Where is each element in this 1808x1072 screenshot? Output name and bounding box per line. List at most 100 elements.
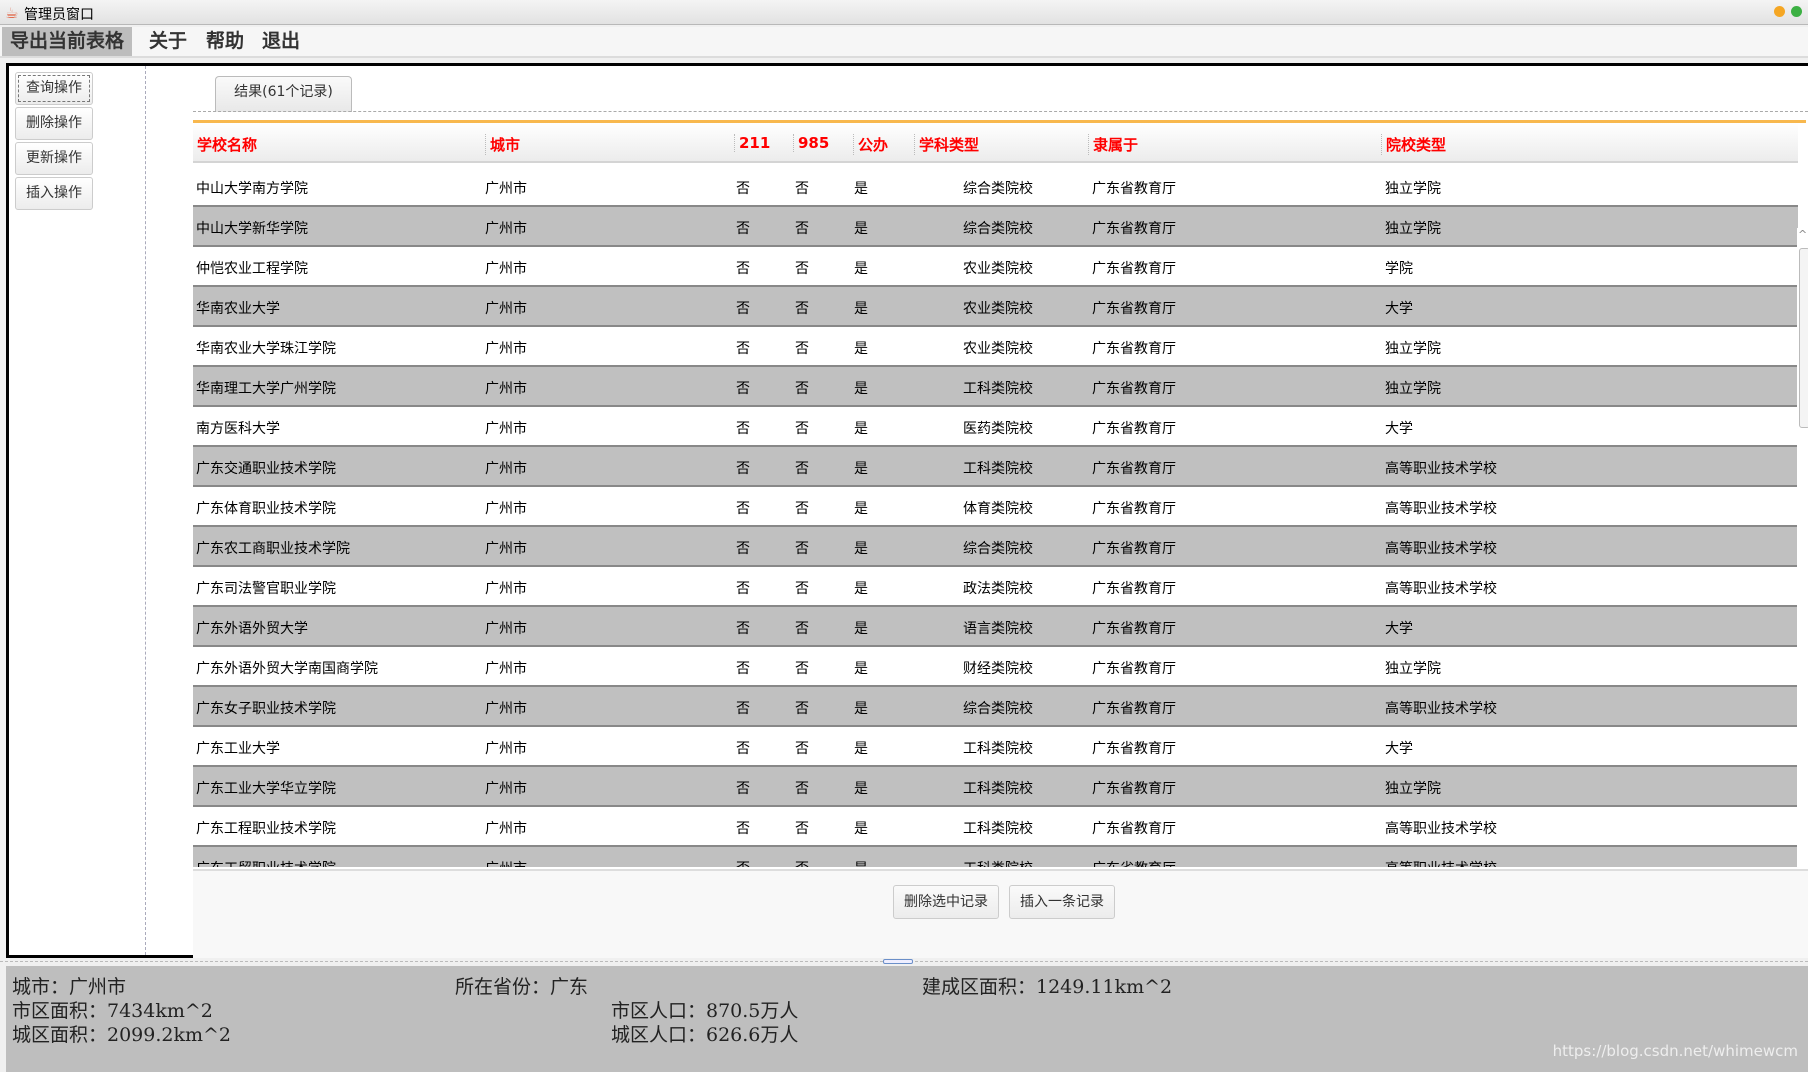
city-info-panel: 城市：广州市 所在省份：广东 建成区面积：1249.11km^2 市区面积：74… — [6, 966, 1808, 1072]
column-header[interactable]: 城市 — [485, 134, 520, 155]
table-cell: 体育类院校 — [963, 501, 1033, 517]
table-cell: 是 — [854, 461, 868, 477]
java-cup-icon: ☕ — [5, 4, 19, 22]
table-cell: 否 — [795, 821, 809, 837]
table-row[interactable]: 广东工程职业技术学院 广州市 否 否 是 工科类院校 广东省教育厅 高等职业技术学校 — [193, 807, 1798, 847]
info-city-pop: 城区人口：626.6万人 — [611, 1024, 799, 1046]
table-cell: 否 — [795, 221, 809, 237]
menu-exit[interactable]: 退出 — [254, 27, 308, 56]
column-header[interactable]: 公办 — [853, 134, 888, 155]
table-cell: 工科类院校 — [963, 381, 1033, 397]
table-row[interactable]: 华南农业大学 广州市 否 否 是 农业类院校 广东省教育厅 大学 — [193, 287, 1798, 327]
insert-record-button[interactable]: 插入一条记录 — [1009, 885, 1115, 919]
table-row[interactable]: 广东交通职业技术学院 广州市 否 否 是 工科类院校 广东省教育厅 高等职业技术学校 — [193, 447, 1798, 487]
split-divider[interactable] — [0, 959, 1808, 964]
table-cell: 广东省教育厅 — [1092, 221, 1176, 237]
watermark: https://blog.csdn.net/whimewcm — [1552, 1042, 1798, 1060]
table-row[interactable]: 南方医科大学 广州市 否 否 是 医药类院校 广东省教育厅 大学 — [193, 407, 1798, 447]
table-cell: 广东交通职业技术学院 — [196, 461, 336, 477]
table-row[interactable]: 华南理工大学广州学院 广州市 否 否 是 工科类院校 广东省教育厅 独立学院 — [193, 367, 1798, 407]
table-cell: 独立学院 — [1385, 781, 1441, 797]
table-row[interactable]: 广东工业大学 广州市 否 否 是 工科类院校 广东省教育厅 大学 — [193, 727, 1798, 767]
column-header[interactable]: 院校类型 — [1381, 134, 1446, 155]
table-cell: 否 — [795, 301, 809, 317]
table-cell: 是 — [854, 858, 868, 867]
table-cell: 否 — [795, 858, 809, 867]
column-header[interactable]: 学科类型 — [914, 134, 979, 155]
table-cell: 中山大学新华学院 — [196, 221, 308, 237]
table-cell: 工科类院校 — [963, 741, 1033, 757]
table-cell: 否 — [736, 701, 750, 717]
table-row[interactable]: 广东工贸职业技术学院 广州市 否 否 是 工科类院校 广东省教育厅 高等职业技术学校 — [193, 847, 1798, 867]
table-cell: 广东外语外贸大学 — [196, 621, 308, 637]
table-row[interactable]: 中山大学新华学院 广州市 否 否 是 综合类院校 广东省教育厅 独立学院 — [193, 207, 1798, 247]
table-cell: 独立学院 — [1385, 221, 1441, 237]
table-cell: 是 — [854, 821, 868, 837]
table-cell: 大学 — [1385, 741, 1413, 757]
vertical-scrollbar[interactable]: ^ v — [1797, 228, 1808, 928]
table-cell: 广州市 — [485, 541, 527, 557]
table-cell: 广东工贸职业技术学院 — [196, 858, 336, 867]
table-cell: 广州市 — [485, 621, 527, 637]
table-cell: 是 — [854, 621, 868, 637]
table-row[interactable]: 中山大学南方学院 广州市 否 否 是 综合类院校 广东省教育厅 独立学院 — [193, 167, 1798, 207]
table-cell: 否 — [795, 261, 809, 277]
table-row[interactable]: 广东外语外贸大学 广州市 否 否 是 语言类院校 广东省教育厅 大学 — [193, 607, 1798, 647]
column-header[interactable]: 隶属于 — [1088, 134, 1138, 155]
column-header[interactable]: 学校名称 — [193, 134, 257, 155]
table-cell: 广州市 — [485, 461, 527, 477]
query-button[interactable]: 查询操作 — [15, 72, 93, 105]
table-cell: 是 — [854, 421, 868, 437]
table-row[interactable]: 广东司法警官职业学院 广州市 否 否 是 政法类院校 广东省教育厅 高等职业技术学校 — [193, 567, 1798, 607]
table-cell: 广东省教育厅 — [1092, 421, 1176, 437]
table-cell: 高等职业技术学校 — [1385, 501, 1497, 517]
table-cell: 广州市 — [485, 421, 527, 437]
column-header[interactable]: 211 — [734, 134, 770, 152]
table-cell: 否 — [736, 541, 750, 557]
menu-export-table[interactable]: 导出当前表格 — [2, 27, 133, 56]
scroll-thumb[interactable] — [1799, 248, 1808, 428]
table-cell: 是 — [854, 301, 868, 317]
table-cell: 华南农业大学珠江学院 — [196, 341, 336, 357]
table-cell: 是 — [854, 661, 868, 677]
column-header[interactable]: 985 — [793, 134, 829, 152]
update-op-button[interactable]: 更新操作 — [15, 142, 93, 175]
scroll-up-icon[interactable]: ^ — [1798, 228, 1807, 241]
table-cell: 是 — [854, 221, 868, 237]
table-row[interactable]: 广东女子职业技术学院 广州市 否 否 是 综合类院校 广东省教育厅 高等职业技术学校 — [193, 687, 1798, 727]
table-cell: 高等职业技术学校 — [1385, 821, 1497, 837]
table-cell: 高等职业技术学校 — [1385, 858, 1497, 867]
table-cell: 综合类院校 — [963, 221, 1033, 237]
table-cell: 否 — [736, 261, 750, 277]
table-cell: 是 — [854, 261, 868, 277]
table-cell: 广州市 — [485, 821, 527, 837]
delete-op-button[interactable]: 删除操作 — [15, 107, 93, 140]
table-cell: 工科类院校 — [963, 821, 1033, 837]
tab-results[interactable]: 结果(61个记录) — [215, 76, 352, 112]
table-row[interactable]: 广东外语外贸大学南国商学院 广州市 否 否 是 财经类院校 广东省教育厅 独立学院 — [193, 647, 1798, 687]
table-row[interactable]: 广东农工商职业技术学院 广州市 否 否 是 综合类院校 广东省教育厅 高等职业技术学校 — [193, 527, 1798, 567]
split-grip[interactable] — [883, 959, 913, 964]
table-cell: 广东省教育厅 — [1092, 701, 1176, 717]
menu-help[interactable]: 帮助 — [198, 27, 252, 56]
results-table: 学校名称 城市 211 985 公办 学科类型 隶属于 院校类型 中山大学南方学院 广州市否否是… — [193, 120, 1806, 867]
table-row[interactable]: 广东工业大学华立学院 广州市 否 否 是 工科类院校 广东省教育厅 独立学院 — [193, 767, 1798, 807]
maximize-button[interactable] — [1791, 6, 1802, 17]
table-row[interactable]: 华南农业大学珠江学院 广州市 否 否 是 农业类院校 广东省教育厅 独立学院 — [193, 327, 1798, 367]
table-row[interactable]: 广东体育职业技术学院 广州市 否 否 是 体育类院校 广东省教育厅 高等职业技术学校 — [193, 487, 1798, 527]
table-cell: 广州市 — [485, 221, 527, 237]
table-cell: 农业类院校 — [963, 261, 1033, 277]
table-cell: 广东省教育厅 — [1092, 858, 1176, 867]
delete-selected-button[interactable]: 删除选中记录 — [893, 885, 999, 919]
action-bar: 删除选中记录 插入一条记录 — [193, 869, 1808, 958]
insert-op-button[interactable]: 插入操作 — [15, 177, 93, 210]
table-cell: 广东省教育厅 — [1092, 341, 1176, 357]
table-cell: 广东农工商职业技术学院 — [196, 541, 350, 557]
menu-about[interactable]: 关于 — [141, 27, 195, 56]
table-cell: 广东省教育厅 — [1092, 581, 1176, 597]
table-row[interactable]: 仲恺农业工程学院 广州市 否 否 是 农业类院校 广东省教育厅 学院 — [193, 247, 1798, 287]
table-cell: 否 — [795, 181, 809, 197]
minimize-button[interactable] — [1774, 6, 1785, 17]
table-cell: 高等职业技术学校 — [1385, 581, 1497, 597]
table-cell: 广东工业大学 — [196, 741, 280, 757]
